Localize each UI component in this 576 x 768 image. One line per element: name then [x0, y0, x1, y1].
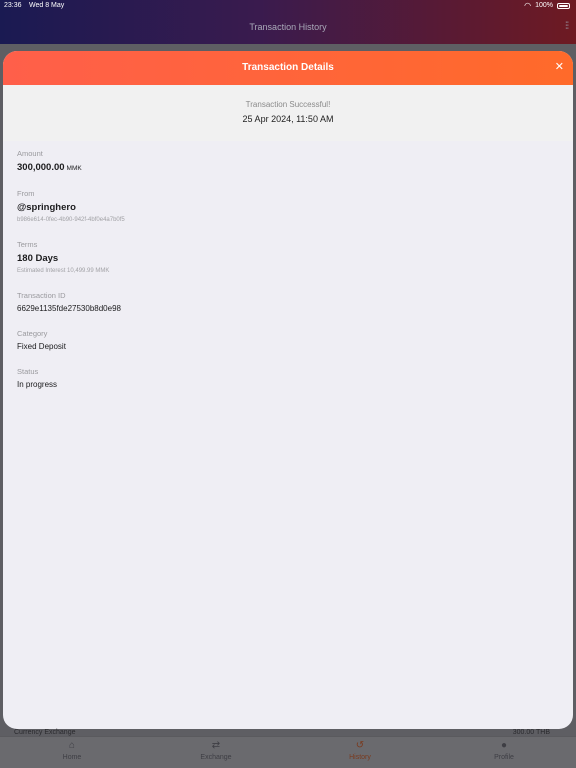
filter-icon[interactable]: ⫶⫶ [565, 21, 569, 32]
estimated-interest: Estimated Interest 10,499.99 MMK [17, 268, 110, 274]
from-value: @springhero [17, 202, 76, 213]
status-label: Status [17, 367, 39, 376]
tab-history[interactable]: ↺ History [324, 740, 396, 761]
battery-percent: 100% [535, 2, 553, 9]
transaction-id-field: Transaction ID 6629e1135fde27530b8d0e98 [17, 291, 121, 313]
amount-value: 300,000.00 [17, 162, 65, 173]
status-value: In progress [17, 380, 58, 389]
amount-unit: MMK [66, 165, 82, 172]
app-header: 23:36 Wed 8 May ◠ 100% Transaction Histo… [0, 0, 576, 44]
transaction-details-sheet: Transaction Details ✕ Transaction Succes… [3, 51, 573, 729]
amount-field: Amount 300,000.00 MMK [17, 149, 82, 173]
tab-history-label: History [349, 754, 371, 761]
category-field: Category Fixed Deposit [17, 329, 66, 351]
from-label: From [17, 189, 35, 198]
exchange-icon: ⇄ [211, 740, 221, 751]
profile-icon: ● [500, 740, 508, 751]
home-icon: ⌂ [68, 740, 76, 751]
status-right: ◠ 100% [524, 0, 570, 12]
status-date: Wed 8 May [29, 2, 65, 9]
close-icon[interactable]: ✕ [555, 60, 564, 74]
status-field: Status In progress [17, 367, 57, 389]
battery-icon [557, 3, 570, 9]
category-label: Category [17, 329, 48, 338]
tab-profile[interactable]: ● Profile [468, 740, 540, 761]
transaction-summary: Transaction Successful! 25 Apr 2024, 11:… [3, 85, 573, 141]
modal-header: Transaction Details ✕ [3, 51, 573, 85]
category-value: Fixed Deposit [17, 342, 66, 351]
terms-value: 180 Days [17, 253, 59, 264]
transaction-id-value: 6629e1135fde27530b8d0e98 [17, 304, 121, 313]
from-account-id: b986e614-0fec-4b90-942f-4bf0e4a7b0f5 [17, 217, 125, 223]
transaction-status-message: Transaction Successful! [245, 100, 331, 109]
terms-field: Terms 180 Days Estimated Interest 10,499… [17, 240, 109, 274]
status-time: 23:36 [4, 2, 22, 9]
tab-home[interactable]: ⌂ Home [36, 740, 108, 761]
transaction-datetime: 25 Apr 2024, 11:50 AM [242, 114, 334, 124]
amount-label: Amount [17, 149, 43, 158]
tab-exchange-label: Exchange [200, 754, 232, 761]
tab-home-label: Home [62, 754, 82, 761]
page-title: Transaction History [249, 22, 327, 32]
wifi-icon: ◠ [524, 1, 532, 10]
transaction-id-label: Transaction ID [17, 291, 66, 300]
tab-profile-label: Profile [494, 754, 514, 761]
list-item: Currency Exchange 300.00 THB [0, 728, 576, 736]
from-field: From @springhero b986e614-0fec-4b90-942f… [17, 189, 125, 223]
status-bar: 23:36 Wed 8 May ◠ 100% [0, 0, 576, 12]
tab-exchange[interactable]: ⇄ Exchange [180, 740, 252, 761]
terms-label: Terms [17, 240, 38, 249]
history-icon: ↺ [355, 740, 365, 751]
list-item-title: Currency Exchange [14, 729, 76, 736]
list-item-amount: 300.00 THB [512, 729, 550, 736]
modal-title: Transaction Details [242, 62, 334, 73]
amount-value-row: 300,000.00 MMK [17, 162, 82, 173]
